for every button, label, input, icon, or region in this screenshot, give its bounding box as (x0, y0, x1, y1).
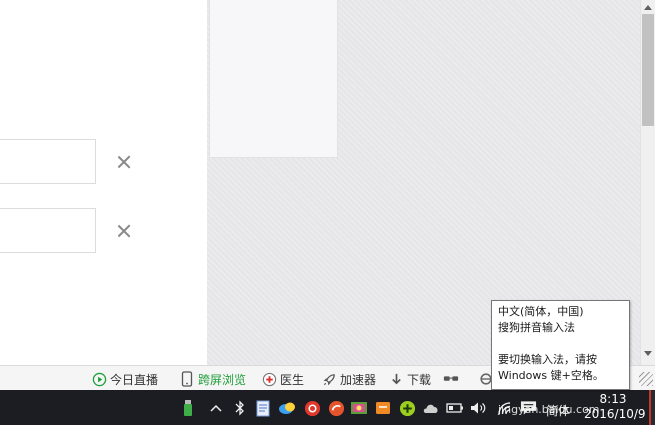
play-circle-icon (91, 371, 107, 387)
clock-date: 2016/10/9 (584, 407, 646, 421)
statusbar-doctor-button[interactable]: 医生 (261, 370, 304, 388)
vertical-scrollbar[interactable] (640, 0, 655, 365)
statusbar-download-button[interactable]: 下载 (388, 370, 431, 388)
scroll-up-arrow-icon[interactable] (644, 5, 652, 10)
text-input-2[interactable] (0, 208, 96, 253)
statusbar-glasses-button[interactable] (443, 370, 459, 388)
statusbar-crossscreen-button[interactable]: 跨屏浏览 (179, 370, 246, 388)
clock-time: 8:13 (599, 392, 627, 406)
medical-cross-icon (261, 371, 277, 387)
tooltip-hint-1: 要切换输入法，请按 (498, 353, 597, 366)
volume-icon[interactable] (470, 399, 488, 417)
ime-tooltip: 中文(简体，中国) 搜狗拼音输入法 要切换输入法，请按 Windows 键+空格… (491, 300, 630, 390)
tooltip-ime-name: 搜狗拼音输入法 (498, 321, 575, 334)
tooltip-spacer (498, 336, 623, 352)
tooltip-hint-2: Windows 键+空格。 (498, 369, 604, 382)
statusbar-accelerator-button[interactable]: 加速器 (321, 370, 376, 388)
resize-grip[interactable] (639, 372, 653, 386)
weibo-icon[interactable] (327, 399, 345, 417)
cloud-app-icon[interactable] (278, 399, 296, 417)
orange-app-icon[interactable] (374, 399, 392, 417)
scroll-down-arrow-icon[interactable] (644, 351, 652, 356)
show-desktop-button[interactable] (649, 390, 655, 425)
battery-icon[interactable] (446, 399, 464, 417)
document-app-icon[interactable] (254, 399, 272, 417)
show-hidden-icons-chevron-icon[interactable] (207, 399, 225, 417)
scroll-thumb[interactable] (642, 14, 654, 126)
form-panel (0, 0, 207, 365)
tooltip-language: 中文(简体，中国) (498, 305, 584, 318)
rocket-icon (321, 371, 337, 387)
taskbar-clock[interactable]: 8:13 2016/10/9 (584, 392, 646, 422)
glasses-icon (443, 371, 459, 387)
bluetooth-icon[interactable] (231, 399, 249, 417)
phone-icon (179, 371, 195, 387)
statusbar-live-button[interactable]: 今日直播 (91, 370, 158, 388)
clear-input-1-icon[interactable] (117, 155, 131, 169)
download-arrow-icon (388, 371, 404, 387)
usb-device-icon[interactable] (179, 399, 197, 417)
photo-viewer-icon[interactable] (350, 399, 368, 417)
netease-music-icon[interactable] (303, 399, 321, 417)
clear-input-2-icon[interactable] (117, 224, 131, 238)
text-input-1[interactable] (0, 139, 96, 184)
green-plus-app-icon[interactable] (398, 399, 416, 417)
side-card (209, 0, 338, 158)
onedrive-cloud-icon[interactable] (422, 399, 440, 417)
